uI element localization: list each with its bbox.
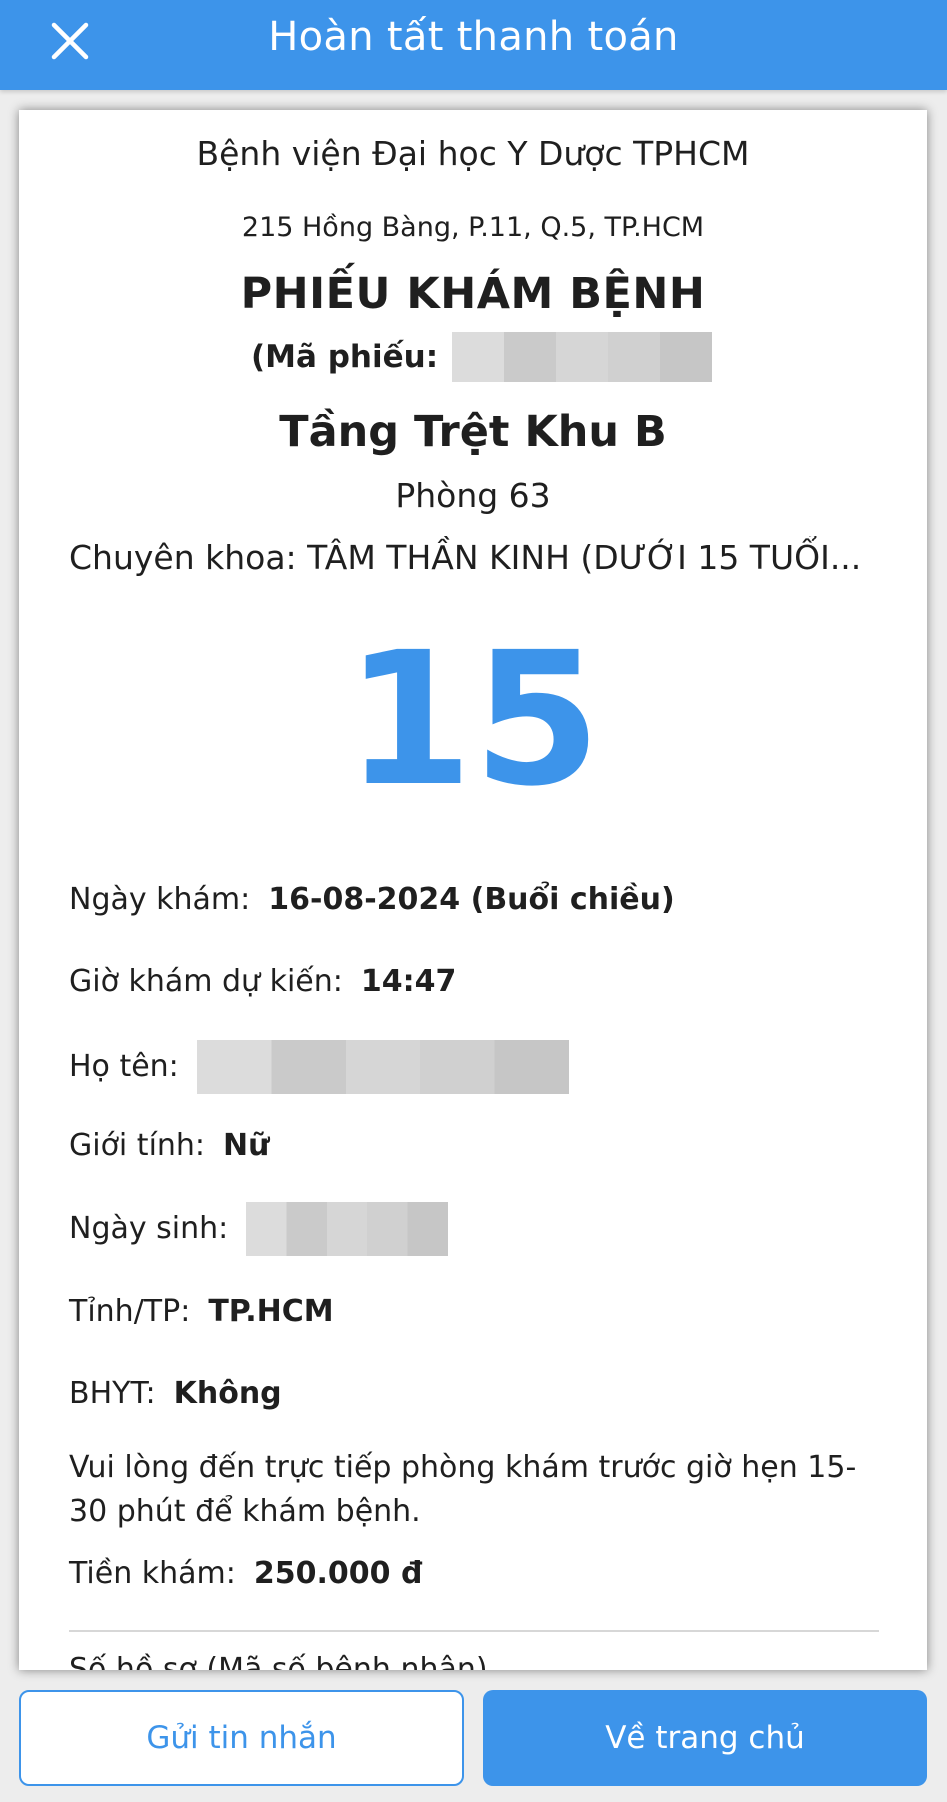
exam-time-label: Giờ khám dự kiến: xyxy=(69,964,343,999)
province-row: Tỉnh/TP: TP.HCM xyxy=(69,1292,889,1332)
divider xyxy=(69,1630,879,1632)
gender-value: Nữ xyxy=(223,1128,270,1163)
dob-label: Ngày sinh: xyxy=(69,1211,229,1246)
insurance-row: BHYT: Không xyxy=(69,1374,889,1414)
ticket-code-label: (Mã phiếu: xyxy=(251,339,439,375)
room-number: Phòng 63 xyxy=(395,476,551,515)
patient-name-redacted xyxy=(196,1040,569,1094)
send-message-button[interactable]: Gửi tin nhắn xyxy=(19,1690,464,1786)
insurance-value: Không xyxy=(173,1376,282,1411)
province-label: Tỉnh/TP: xyxy=(69,1294,191,1329)
exam-time-value: 14:47 xyxy=(360,964,457,999)
exam-date-row: Ngày khám: 16-08-2024 (Buổi chiều) xyxy=(69,880,889,920)
patient-record-label: Số hồ sơ (Mã số bệnh nhân) xyxy=(69,1652,488,1670)
exam-date-label: Ngày khám: xyxy=(69,882,251,917)
floor-location: Tầng Trệt Khu B xyxy=(279,407,667,457)
patient-name-label: Họ tên: xyxy=(69,1049,179,1084)
hospital-address: 215 Hồng Bàng, P.11, Q.5, TP.HCM xyxy=(241,212,705,243)
exam-time-row: Giờ khám dự kiến: 14:47 xyxy=(69,962,889,1002)
province-value: TP.HCM xyxy=(208,1294,334,1329)
ticket-code: (Mã phiếu: xyxy=(251,332,713,382)
exam-date-value: 16-08-2024 (Buổi chiều) xyxy=(268,882,675,917)
patient-name-row: Họ tên: xyxy=(69,1040,889,1094)
hospital-name: Bệnh viện Đại học Y Dược TPHCM xyxy=(196,134,750,173)
ticket-title: PHIẾU KHÁM BỆNH xyxy=(240,269,706,319)
arrival-notice: Vui lòng đến trực tiếp phòng khám trước … xyxy=(69,1450,857,1529)
fee-row: Tiền khám: 250.000 đ xyxy=(69,1554,889,1594)
queue-number: 15 xyxy=(344,613,602,827)
insurance-label: BHYT: xyxy=(69,1376,156,1411)
gender-label: Giới tính: xyxy=(69,1128,206,1163)
page-title: Hoàn tất thanh toán xyxy=(268,14,679,60)
top-bar: Hoàn tất thanh toán xyxy=(0,0,947,90)
ticket-code-redacted xyxy=(452,332,713,382)
fee-value: 250.000 đ xyxy=(253,1556,423,1591)
fee-label: Tiền khám: xyxy=(69,1556,236,1591)
dob-redacted xyxy=(246,1202,449,1256)
gender-row: Giới tính: Nữ xyxy=(69,1126,889,1166)
exam-ticket-card: Bệnh viện Đại học Y Dược TPHCM 215 Hồng … xyxy=(19,110,927,1670)
home-button[interactable]: Về trang chủ xyxy=(483,1690,927,1786)
specialty: Chuyên khoa: TÂM THẦN KINH (DƯỚI 15 TUỔI… xyxy=(69,538,862,577)
dob-row: Ngày sinh: xyxy=(69,1202,889,1256)
